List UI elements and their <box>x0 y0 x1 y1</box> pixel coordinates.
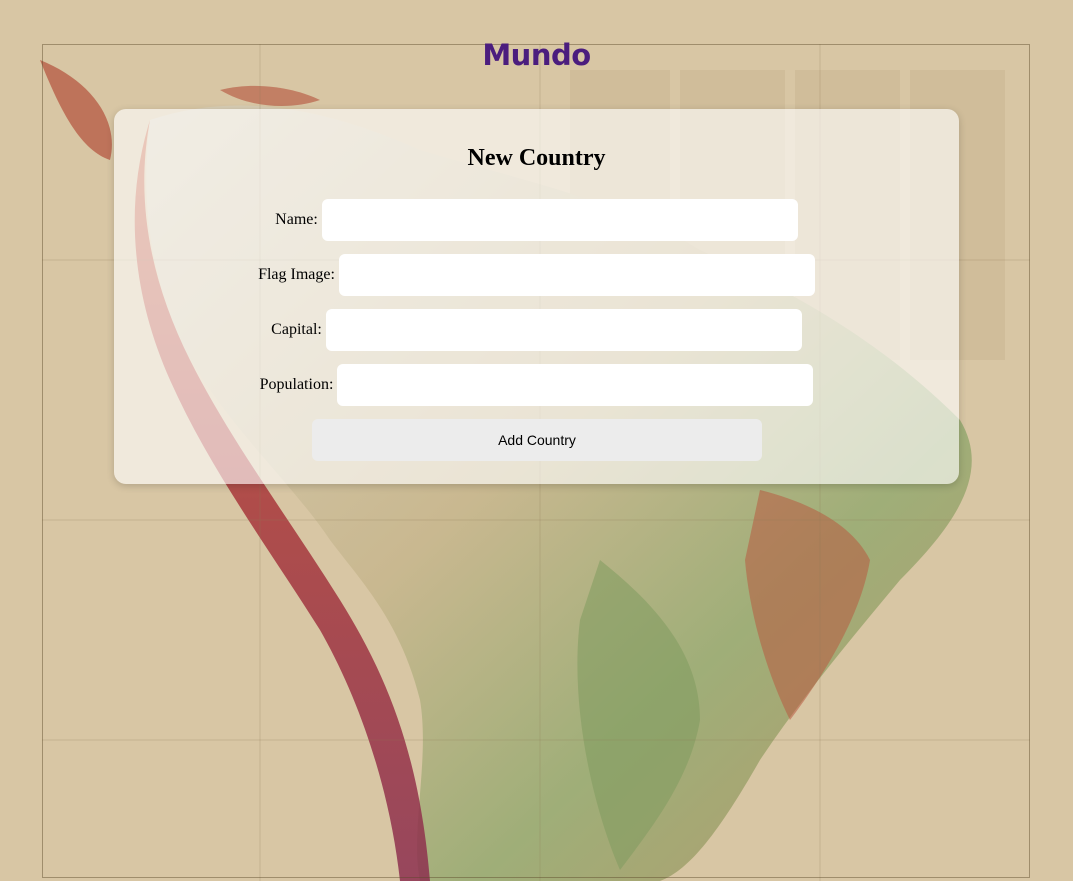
capital-label: Capital: <box>271 321 322 338</box>
flag-image-label: Flag Image: <box>258 266 335 283</box>
population-input[interactable] <box>337 364 814 406</box>
new-country-form-card: New Country Name: Flag Image: Capital: P… <box>114 109 959 484</box>
name-row: Name: <box>114 199 959 241</box>
add-country-button[interactable]: Add Country <box>312 419 762 461</box>
form-title: New Country <box>467 145 606 171</box>
name-label: Name: <box>275 211 318 228</box>
population-row: Population: <box>114 364 959 406</box>
population-label: Population: <box>259 376 334 393</box>
flag-image-input[interactable] <box>338 254 815 296</box>
capital-row: Capital: <box>114 309 959 351</box>
flag-image-row: Flag Image: <box>114 254 959 296</box>
capital-input[interactable] <box>325 309 802 351</box>
brand-logo[interactable]: Mundo <box>0 38 1073 72</box>
name-input[interactable] <box>321 199 798 241</box>
